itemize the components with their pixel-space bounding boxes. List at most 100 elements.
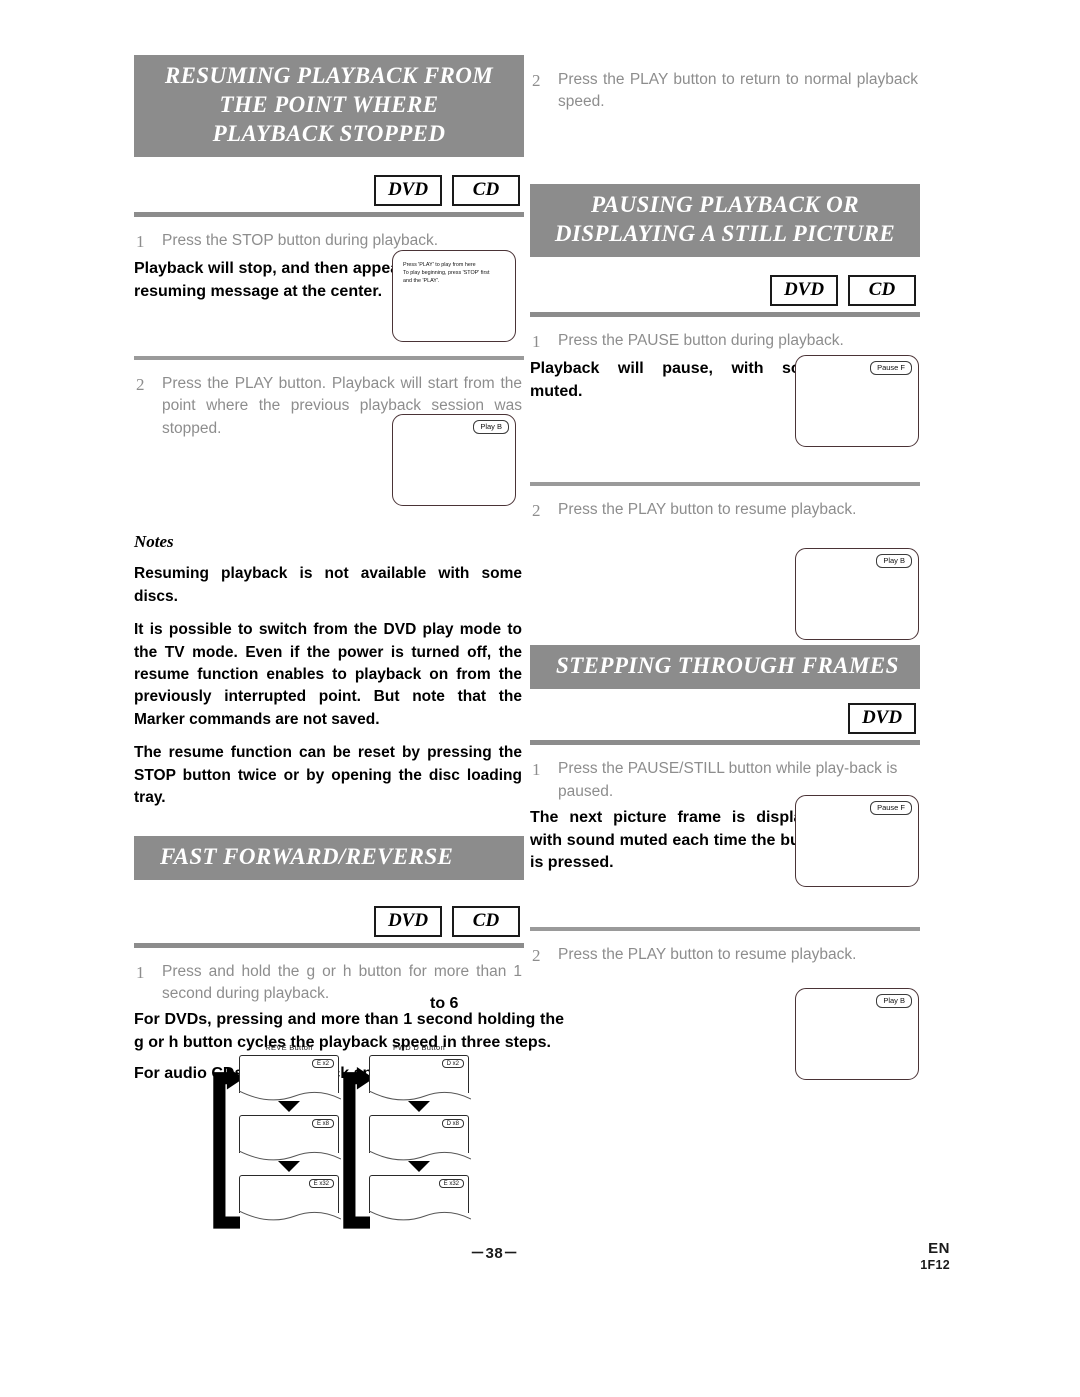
result-text-resuming: Playback will stop, and then appear the … xyxy=(134,260,434,301)
step-text: Press and hold the g or h button for mor… xyxy=(162,962,522,1003)
speed-badge: E x32 xyxy=(438,1179,464,1188)
film-wave xyxy=(239,1210,341,1221)
disc-badges-pausing: DVD CD xyxy=(530,274,920,306)
fast-forward-reverse-diagram: REVE Button E x2 E x8 E x32 FWD D Button… xyxy=(205,1043,471,1238)
osd-badge-play: Play B xyxy=(876,554,912,568)
reverse-column: REVE Button E x2 E x8 E x32 xyxy=(230,1043,348,1238)
section-heading-resuming-playback: RESUMING PLAYBACK FROM THE POINT WHERE P… xyxy=(134,55,524,157)
down-arrow-icon xyxy=(278,1161,300,1172)
arrow-gap xyxy=(360,1153,478,1175)
tv-screen-pause-2: Pause F xyxy=(795,795,919,887)
divider xyxy=(530,927,920,932)
step-number: 1 xyxy=(136,231,145,251)
arrow-gap xyxy=(230,1093,348,1115)
tv-screen-resume-message: Press 'PLAY' to play from here To play be… xyxy=(392,250,516,342)
step-number: 1 xyxy=(136,962,145,982)
section-title: STEPPING THROUGH FRAMES xyxy=(556,653,899,679)
divider xyxy=(530,481,920,486)
section-heading-fast-forward-reverse: FAST FORWARD/REVERSE xyxy=(134,835,524,880)
section-title-line-2: THE POINT WHERE xyxy=(219,91,439,117)
result-text-next-frame: The next picture frame is displayed with… xyxy=(530,809,830,872)
divider xyxy=(530,311,920,317)
tv-screen-play-2: Play B xyxy=(795,988,919,1080)
step-number: 2 xyxy=(532,71,541,90)
reverse-button-label: REVE Button xyxy=(265,1043,313,1052)
forward-button-label: FWD D Button xyxy=(393,1043,445,1052)
speed-badge: D x2 xyxy=(441,1059,464,1068)
forward-frame-x32: E x32 xyxy=(369,1175,471,1221)
page-number: －38－ xyxy=(470,1245,519,1262)
tv-screen-play: Play B xyxy=(392,414,516,506)
result-text-pause: Playback will pause, with sound muted. xyxy=(530,360,830,400)
arrow-gap xyxy=(360,1093,478,1115)
badge-dvd: DVD xyxy=(374,174,442,206)
divider xyxy=(134,355,524,360)
down-arrow-icon xyxy=(408,1161,430,1172)
left-column: RESUMING PLAYBACK FROM THE POINT WHERE P… xyxy=(134,55,564,1086)
reverse-frame-x2: E x2 xyxy=(239,1055,341,1101)
step-text: Press the PAUSE button during playback. xyxy=(558,331,844,349)
step-text: Press the PLAY button to resume playback… xyxy=(558,946,857,964)
badge-cd: CD xyxy=(452,905,520,937)
tv-resume-message-text: Press 'PLAY' to play from here To play be… xyxy=(403,262,490,284)
tv-screen-play-1: Play B xyxy=(795,548,919,640)
reverse-frame-x8: E x8 xyxy=(239,1115,341,1161)
tv-screen-pause-1: Pause F xyxy=(795,355,919,447)
badge-dvd: DVD xyxy=(848,703,916,735)
divider xyxy=(134,942,524,948)
footer-language-block: EN 1F12 xyxy=(920,1240,950,1272)
step-item: 2 Press the PLAY button to return to nor… xyxy=(530,69,920,114)
section-heading-pausing-playback: PAUSING PLAYBACK OR DISPLAYING A STILL P… xyxy=(530,183,920,257)
section-title-line-2: DISPLAYING A STILL PICTURE xyxy=(554,220,896,246)
speed-badge: D x8 xyxy=(441,1119,464,1128)
step-item: 2 Press the PLAY button to resume playba… xyxy=(530,499,920,524)
step-number: 2 xyxy=(532,500,541,520)
badge-dvd: DVD xyxy=(770,274,838,306)
osd-badge-pause: Pause F xyxy=(870,801,912,815)
down-arrow-icon xyxy=(278,1101,300,1112)
step-text: Press the STOP button during playback. xyxy=(162,231,439,249)
forward-column: FWD D Button D x2 D x8 E x32 xyxy=(360,1043,478,1238)
badge-cd: CD xyxy=(848,274,916,306)
divider xyxy=(530,740,920,746)
forward-frame-x8: D x8 xyxy=(369,1115,471,1161)
reverse-frame-x32: E x32 xyxy=(239,1175,341,1221)
manual-page: RESUMING PLAYBACK FROM THE POINT WHERE P… xyxy=(0,0,1080,1397)
forward-frame-x2: D x2 xyxy=(369,1055,471,1101)
note-item: Resuming playback is not available with … xyxy=(134,565,522,605)
document-code: 1F12 xyxy=(920,1258,950,1272)
osd-badge-play: Play B xyxy=(876,994,912,1008)
arrow-gap xyxy=(230,1153,348,1175)
disc-badges-resuming: DVD CD xyxy=(134,174,524,206)
step-item: 1 Press the PAUSE button during playback… xyxy=(530,330,920,355)
badge-dvd: DVD xyxy=(374,905,442,937)
disc-badges-fast-forward: DVD CD xyxy=(134,905,524,937)
step-number: 1 xyxy=(532,331,541,351)
section-title-line-1: RESUMING PLAYBACK FROM xyxy=(164,63,494,88)
overlap-artifact-text: to 6 xyxy=(430,995,459,1012)
section-title-line-1: PAUSING PLAYBACK OR xyxy=(591,191,859,217)
language-code: EN xyxy=(928,1240,950,1257)
section-title: FAST FORWARD/REVERSE xyxy=(160,843,454,869)
speed-badge: E x2 xyxy=(311,1059,334,1068)
section-heading-stepping-through-frames: STEPPING THROUGH FRAMES xyxy=(530,645,920,690)
step-item: 1 Press and hold the g or h button for m… xyxy=(134,961,524,1006)
step-text: Press the PLAY button to resume playback… xyxy=(558,500,857,518)
notes-heading: Notes xyxy=(134,532,174,552)
step-text: Press the PLAY button to return to norma… xyxy=(558,71,918,111)
speed-badge: E x8 xyxy=(311,1119,334,1128)
step-number: 2 xyxy=(532,946,541,966)
speed-badge: E x32 xyxy=(308,1179,334,1188)
down-arrow-icon xyxy=(408,1101,430,1112)
step-item: 2 Press the PLAY button to resume playba… xyxy=(530,944,920,969)
step-number: 2 xyxy=(136,374,145,394)
badge-cd: CD xyxy=(452,174,520,206)
film-wave xyxy=(369,1210,471,1221)
note-item: It is possible to switch from the DVD pl… xyxy=(134,621,522,728)
divider xyxy=(134,211,524,217)
section-title-line-3: PLAYBACK STOPPED xyxy=(212,120,446,146)
osd-badge-play: Play B xyxy=(473,420,509,434)
step-number: 1 xyxy=(532,760,541,780)
disc-badges-stepping: DVD xyxy=(530,703,920,735)
osd-badge-pause: Pause F xyxy=(870,361,912,375)
